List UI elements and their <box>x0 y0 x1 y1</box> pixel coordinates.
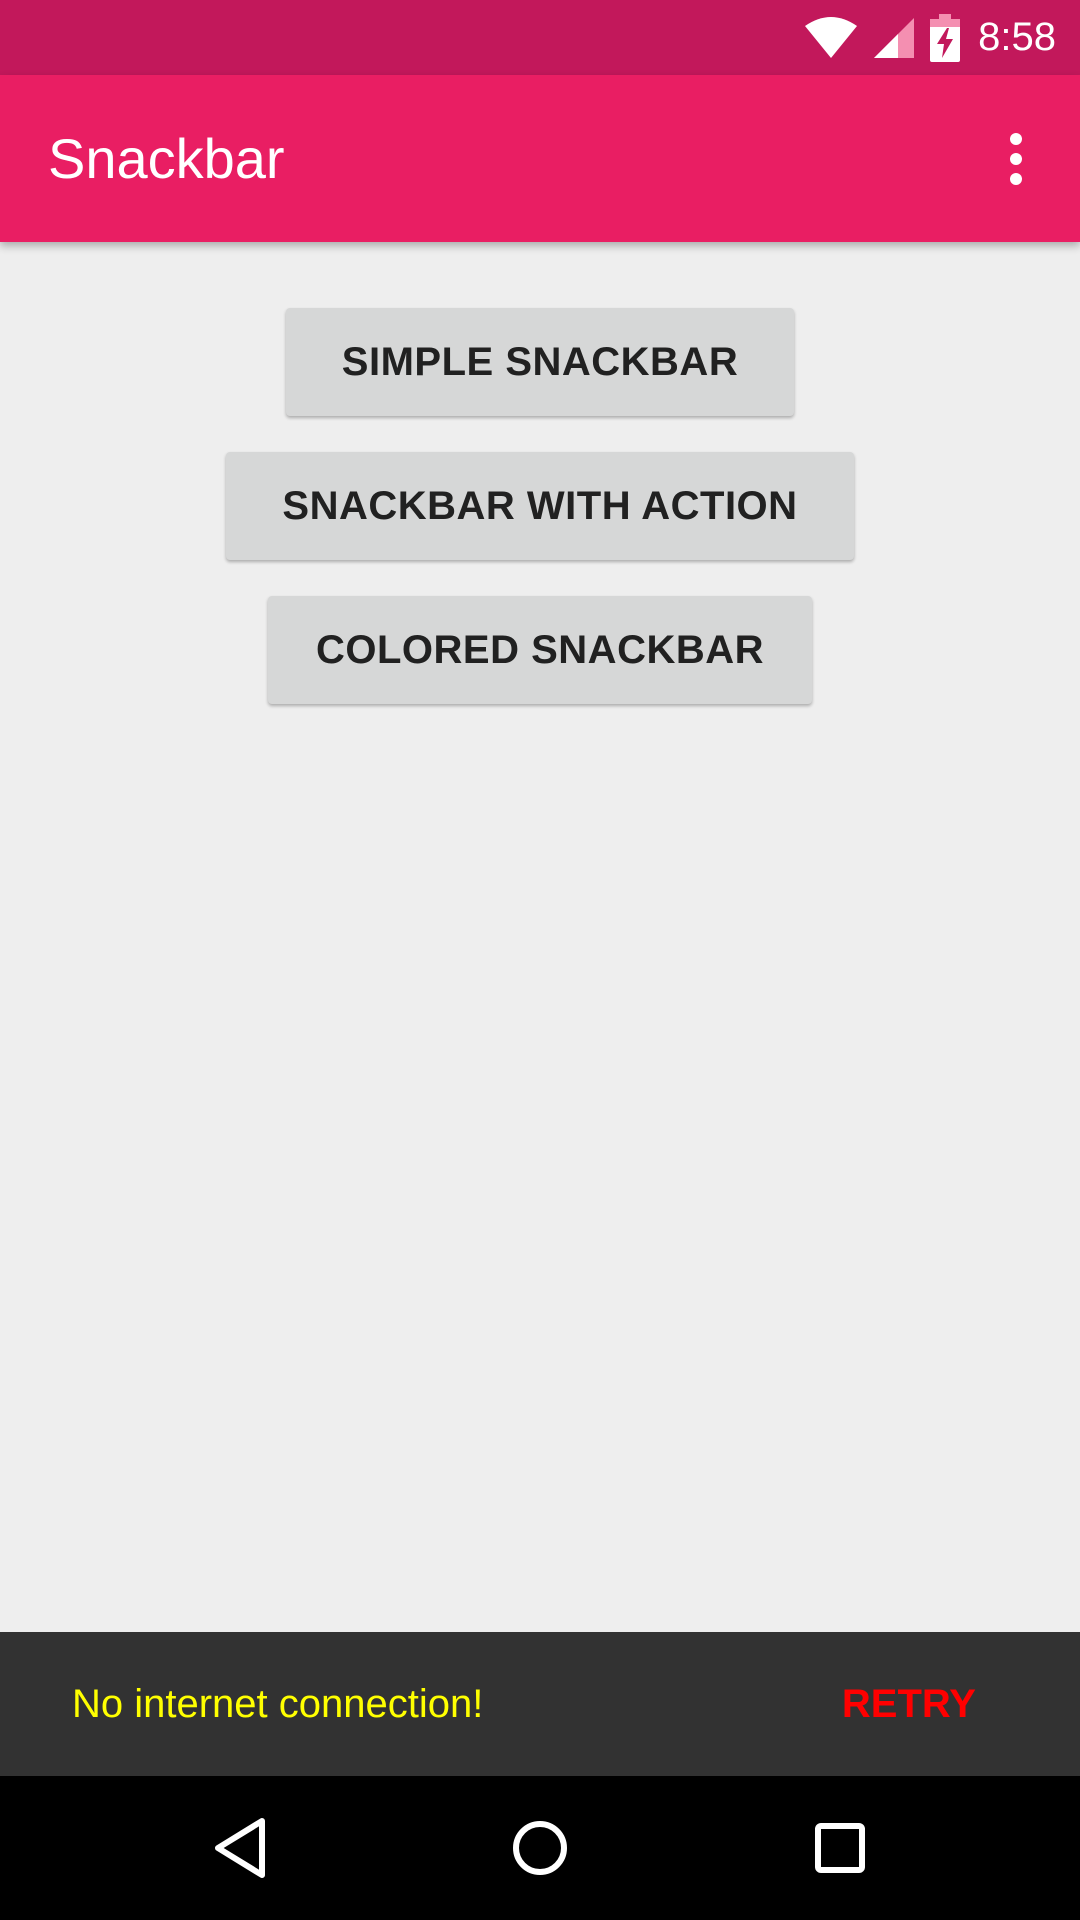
overflow-menu-icon[interactable] <box>976 119 1056 199</box>
battery-charging-icon <box>930 13 961 62</box>
home-icon <box>513 1821 567 1875</box>
main-content: SIMPLE SNACKBAR SNACKBAR WITH ACTION COL… <box>0 242 1080 1632</box>
snackbar-retry-button[interactable]: RETRY <box>842 1632 976 1776</box>
cell-signal-icon <box>874 17 915 58</box>
menu-dot <box>1010 153 1022 165</box>
back-button[interactable] <box>190 1798 290 1898</box>
app-bar: Snackbar <box>0 75 1080 242</box>
back-icon <box>215 1818 265 1878</box>
recents-icon <box>815 1823 865 1873</box>
home-button[interactable] <box>490 1798 590 1898</box>
status-bar: 8:58 <box>0 0 1080 75</box>
colored-snackbar-button[interactable]: COLORED SNACKBAR <box>268 596 812 704</box>
wifi-icon <box>805 16 858 58</box>
snackbar-message: No internet connection! <box>72 1682 484 1726</box>
status-icons: 8:58 <box>804 0 1056 75</box>
app-title: Snackbar <box>48 127 285 190</box>
status-time: 8:58 <box>978 15 1056 59</box>
simple-snackbar-button[interactable]: SIMPLE SNACKBAR <box>286 308 794 416</box>
menu-dot <box>1010 173 1022 185</box>
navigation-bar <box>0 1776 1080 1920</box>
screen: 8:58 Snackbar SIMPLE SNACKBAR SNACKBAR W… <box>0 0 1080 1920</box>
snackbar: No internet connection! RETRY <box>0 1632 1080 1776</box>
menu-dot <box>1010 133 1022 145</box>
snackbar-with-action-button[interactable]: SNACKBAR WITH ACTION <box>226 452 854 560</box>
recents-button[interactable] <box>790 1798 890 1898</box>
